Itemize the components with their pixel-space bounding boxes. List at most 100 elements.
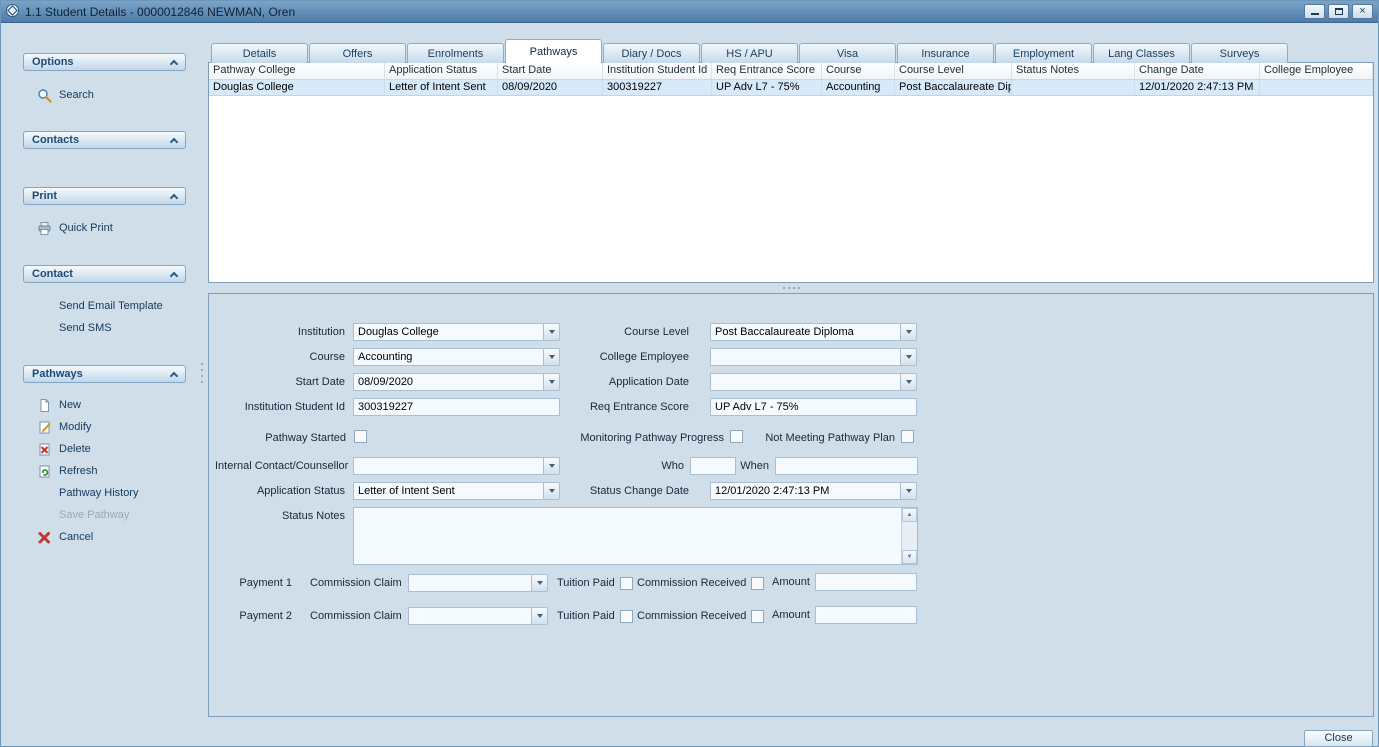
institution-student-id-label: Institution Student Id [215, 398, 345, 416]
college-employee-select[interactable] [710, 348, 917, 366]
scroll-down-icon[interactable]: ▼ [902, 550, 917, 564]
chevron-up-icon [170, 371, 178, 379]
item-label: Cancel [59, 531, 93, 543]
req-entrance-score-label: Req Entrance Score [509, 398, 689, 416]
payment2-amount-field[interactable] [815, 606, 917, 624]
sidebar-item-delete[interactable]: Delete [37, 441, 91, 457]
pathways-grid: Pathway College Application Status Start… [208, 62, 1374, 283]
application-date-select[interactable] [710, 373, 917, 391]
col-header-pathway-college[interactable]: Pathway College [209, 63, 385, 79]
minimize-button[interactable] [1304, 4, 1325, 19]
sidebar-group-print[interactable]: Print [23, 187, 186, 205]
item-label: Send SMS [59, 322, 112, 334]
table-row-selected[interactable]: Douglas College Letter of Intent Sent 08… [209, 80, 1373, 96]
col-header-change-date[interactable]: Change Date [1135, 63, 1260, 79]
col-header-start-date[interactable]: Start Date [498, 63, 603, 79]
cell-course: Accounting [822, 80, 895, 95]
cell-pathway-college: Douglas College [209, 80, 385, 95]
payment1-amount-field[interactable] [815, 573, 917, 591]
sidebar-item-search[interactable]: Search [37, 87, 94, 103]
vertical-splitter[interactable] [201, 363, 203, 383]
when-field[interactable] [775, 457, 918, 475]
sidebar-item-send-sms[interactable]: Send SMS [59, 320, 112, 336]
tab-details[interactable]: Details [211, 43, 308, 63]
col-header-institution-student-id[interactable]: Institution Student Id [603, 63, 712, 79]
sidebar-item-send-email-template[interactable]: Send Email Template [59, 298, 163, 314]
dropdown-button[interactable] [900, 482, 917, 500]
item-label: Quick Print [59, 222, 113, 234]
notes-scrollbar[interactable]: ▲ ▼ [901, 508, 917, 564]
sidebar-item-cancel[interactable]: Cancel [37, 529, 93, 545]
col-header-course[interactable]: Course [822, 63, 895, 79]
close-button[interactable]: Close [1304, 730, 1373, 747]
application-status-label: Application Status [215, 482, 345, 500]
tab-diary-docs[interactable]: Diary / Docs [603, 43, 700, 63]
tab-employment[interactable]: Employment [995, 43, 1092, 63]
col-header-college-employee[interactable]: College Employee [1260, 63, 1373, 79]
cell-req-entrance-score: UP Adv L7 - 75% [712, 80, 822, 95]
sidebar-item-quick-print[interactable]: Quick Print [37, 220, 113, 236]
payment2-tuition-paid-checkbox[interactable] [620, 610, 633, 623]
req-entrance-score-field[interactable]: UP Adv L7 - 75% [710, 398, 917, 416]
horizontal-splitter[interactable] [208, 284, 1374, 292]
sidebar-group-pathways[interactable]: Pathways [23, 365, 186, 383]
dropdown-button[interactable] [531, 607, 548, 625]
close-window-button[interactable]: × [1352, 4, 1373, 19]
sidebar-item-save-pathway[interactable]: Save Pathway [59, 507, 129, 523]
start-date-label: Start Date [215, 373, 345, 391]
dropdown-button[interactable] [900, 323, 917, 341]
application-date-label: Application Date [509, 373, 689, 391]
who-field[interactable] [690, 457, 736, 475]
sidebar-item-pathway-history[interactable]: Pathway History [59, 485, 138, 501]
dropdown-button[interactable] [543, 457, 560, 475]
tab-surveys[interactable]: Surveys [1191, 43, 1288, 63]
col-header-status-notes[interactable]: Status Notes [1012, 63, 1135, 79]
delete-icon [37, 442, 52, 457]
payment1-tuition-paid-checkbox[interactable] [620, 577, 633, 590]
tab-offers[interactable]: Offers [309, 43, 406, 63]
sidebar-group-contact[interactable]: Contact [23, 265, 186, 283]
payment1-tuition-paid-label: Tuition Paid [557, 577, 615, 589]
cancel-x-icon [37, 530, 52, 545]
tab-hs-apu[interactable]: HS / APU [701, 43, 798, 63]
tab-enrolments[interactable]: Enrolments [407, 43, 504, 63]
internal-contact-select[interactable] [353, 457, 560, 475]
item-label: Pathway History [59, 487, 138, 499]
who-label: Who [629, 457, 684, 475]
student-details-window: { "window": { "title": "1.1 Student Deta… [0, 0, 1379, 747]
cell-status-notes [1012, 80, 1135, 95]
dropdown-button[interactable] [900, 373, 917, 391]
status-change-date-select[interactable]: 12/01/2020 2:47:13 PM [710, 482, 917, 500]
sidebar-group-contacts[interactable]: Contacts [23, 131, 186, 149]
col-header-course-level[interactable]: Course Level [895, 63, 1012, 79]
sidebar-group-options[interactable]: Options [23, 53, 186, 71]
payment1-commission-claim-select[interactable] [408, 574, 548, 592]
tab-insurance[interactable]: Insurance [897, 43, 994, 63]
payment2-commission-claim-select[interactable] [408, 607, 548, 625]
maximize-button[interactable] [1328, 4, 1349, 19]
tab-visa[interactable]: Visa [799, 43, 896, 63]
col-header-req-entrance-score[interactable]: Req Entrance Score [712, 63, 822, 79]
not-meeting-pathway-plan-checkbox[interactable] [901, 430, 914, 443]
scroll-up-icon[interactable]: ▲ [902, 508, 917, 522]
sidebar-item-modify[interactable]: Modify [37, 419, 91, 435]
payment1-label: Payment 1 [232, 574, 292, 592]
course-level-select[interactable]: Post Baccalaureate Diploma [710, 323, 917, 341]
tab-lang-classes[interactable]: Lang Classes [1093, 43, 1190, 63]
pathway-started-checkbox[interactable] [354, 430, 367, 443]
pathway-detail-form: Institution Douglas College Course Level… [208, 293, 1374, 717]
sidebar-item-refresh[interactable]: Refresh [37, 463, 98, 479]
title-bar: 1.1 Student Details - 0000012846 NEWMAN,… [1, 1, 1378, 23]
col-header-application-status[interactable]: Application Status [385, 63, 498, 79]
payment2-commission-received-checkbox[interactable] [751, 610, 764, 623]
dropdown-button[interactable] [531, 574, 548, 592]
chevron-down-icon [549, 464, 555, 468]
cell-application-status: Letter of Intent Sent [385, 80, 498, 95]
dropdown-button[interactable] [900, 348, 917, 366]
payment1-commission-received-checkbox[interactable] [751, 577, 764, 590]
tab-strip: Details Offers Enrolments Pathways Diary… [211, 39, 1289, 63]
tab-pathways[interactable]: Pathways [505, 39, 602, 63]
sidebar-item-new[interactable]: New [37, 397, 81, 413]
status-notes-textarea[interactable]: ▲ ▼ [353, 507, 918, 565]
monitoring-pathway-progress-checkbox[interactable] [730, 430, 743, 443]
